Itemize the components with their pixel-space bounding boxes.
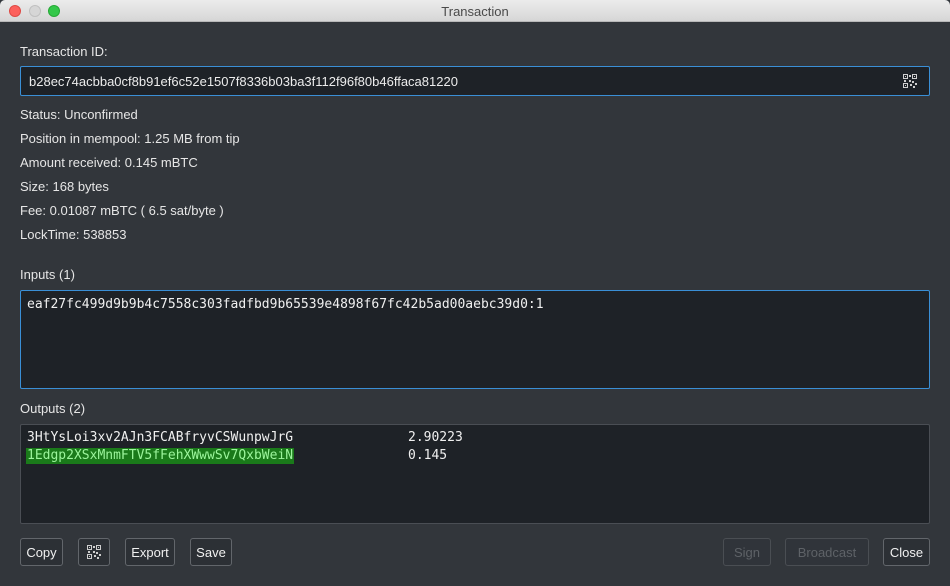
export-button[interactable]: Export (125, 538, 175, 566)
txid-value[interactable]: b28ec74acbba0cf8b91ef6c52e1507f8336b03ba… (29, 74, 458, 89)
show-qr-button[interactable] (78, 538, 110, 566)
save-button[interactable]: Save (190, 538, 232, 566)
copy-button[interactable]: Copy (20, 538, 63, 566)
close-button[interactable]: Close (883, 538, 930, 566)
txid-label: Transaction ID: (20, 44, 108, 59)
amount-received-text: Amount received: 0.145 mBTC (20, 155, 198, 170)
outputs-list[interactable]: 3HtYsLoi3xv2AJn3FCABfryvCSWunpwJrG 2.902… (20, 424, 930, 524)
sign-button[interactable]: Sign (723, 538, 771, 566)
inputs-label: Inputs (1) (20, 267, 75, 282)
output-amount: 2.90223 (408, 430, 463, 445)
qr-code-icon (87, 545, 101, 559)
size-text: Size: 168 bytes (20, 179, 109, 194)
status-text: Status: Unconfirmed (20, 107, 138, 122)
output-address[interactable]: 3HtYsLoi3xv2AJn3FCABfryvCSWunpwJrG (26, 430, 294, 446)
title-bar: Transaction (0, 0, 950, 22)
transaction-window: Transaction Transaction ID: b28ec74acbba… (0, 0, 950, 586)
txid-field[interactable]: b28ec74acbba0cf8b91ef6c52e1507f8336b03ba… (20, 66, 930, 96)
inputs-list[interactable]: eaf27fc499d9b9b4c7558c303fadfbd9b65539e4… (20, 290, 930, 389)
locktime-text: LockTime: 538853 (20, 227, 127, 242)
broadcast-button[interactable]: Broadcast (785, 538, 869, 566)
input-item[interactable]: eaf27fc499d9b9b4c7558c303fadfbd9b65539e4… (27, 297, 544, 312)
window-title: Transaction (441, 4, 509, 19)
output-address[interactable]: 1Edgp2XSxMnmFTV5fFehXWwwSv7QxbWeiN (26, 448, 295, 464)
fee-text: Fee: 0.01087 mBTC ( 6.5 sat/byte ) (20, 203, 224, 218)
output-amount: 0.145 (408, 448, 448, 463)
outputs-label: Outputs (2) (20, 401, 86, 416)
mempool-position-text: Position in mempool: 1.25 MB from tip (20, 131, 240, 146)
qr-code-icon[interactable] (903, 74, 917, 88)
